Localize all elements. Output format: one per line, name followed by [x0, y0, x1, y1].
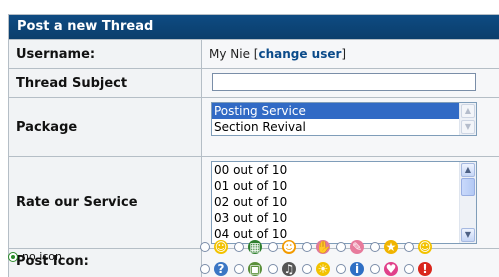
package-option[interactable]: Posting Service — [212, 103, 476, 119]
question-icon: ? — [214, 262, 228, 276]
scroll-down-icon[interactable]: ▼ — [461, 120, 475, 134]
smile-icon: ☺ — [214, 240, 228, 254]
rate-option[interactable]: 02 out of 10 — [212, 194, 476, 210]
icon-row: ☺ ▦ ☻ ✋ ✎ ★ ☺ — [200, 239, 438, 255]
post-icon-option[interactable]: ♫ — [268, 261, 302, 277]
post-icon-option[interactable]: ☺ — [404, 239, 438, 255]
post-icon-option[interactable]: ☀ — [302, 261, 336, 277]
icon-row: ? ▣ ♫ ☀ i ♥! — [200, 261, 438, 277]
post-icon-radio[interactable] — [302, 264, 312, 274]
no-icon-option[interactable]: no icon — [8, 250, 62, 263]
username-row: Username: My Nie [ change user ] — [9, 40, 499, 68]
post-icon-radio[interactable] — [336, 264, 346, 274]
image-icon: ▣ — [248, 262, 262, 276]
heart-icon: ♥ — [384, 262, 398, 276]
post-icon-option[interactable]: ✋ — [302, 239, 336, 255]
post-icon-option[interactable]: ♥ — [370, 261, 404, 277]
post-icon-option[interactable]: ★ — [370, 239, 404, 255]
package-row: Package Posting Service Section Revival … — [9, 98, 499, 156]
post-icon-radio[interactable] — [302, 242, 312, 252]
rate-listbox[interactable]: 00 out of 10 01 out of 10 02 out of 10 0… — [211, 161, 477, 244]
post-icon-radio[interactable] — [268, 264, 278, 274]
form-title: Post a new Thread — [9, 15, 499, 39]
package-label: Package — [9, 98, 201, 156]
post-icon-radio[interactable] — [404, 264, 414, 274]
change-user-link[interactable]: change user — [258, 47, 341, 61]
post-icon-option[interactable]: ☺ — [200, 239, 234, 255]
post-icon-radio[interactable] — [370, 242, 380, 252]
bracket-close: ] — [341, 47, 347, 61]
post-icon-option[interactable]: ▦ — [234, 239, 268, 255]
post-icon-option[interactable]: i — [336, 261, 370, 277]
rate-option[interactable]: 03 out of 10 — [212, 210, 476, 226]
post-icon-option[interactable]: ! — [404, 261, 438, 277]
exclamation-icon: ! — [418, 262, 432, 276]
username-value-cell: My Nie [ change user ] — [202, 40, 499, 68]
scroll-thumb[interactable] — [461, 178, 475, 196]
scroll-up-icon[interactable]: ▲ — [461, 104, 475, 118]
post-icon-option[interactable]: ☻ — [268, 239, 302, 255]
info-icon: i — [350, 262, 364, 276]
grin-icon: ☺ — [418, 240, 432, 254]
lightbulb-icon: ☀ — [316, 262, 330, 276]
post-icon-radio[interactable] — [404, 242, 414, 252]
subject-label: Thread Subject — [9, 69, 201, 97]
star-icon: ★ — [384, 240, 398, 254]
subject-row: Thread Subject — [9, 69, 499, 97]
post-icon-option[interactable]: ▣ — [234, 261, 268, 277]
film-icon: ▦ — [248, 240, 262, 254]
post-thread-form: Post a new Thread Username: My Nie [ cha… — [8, 14, 499, 277]
rate-scrollbar[interactable]: ▲ ▼ — [459, 162, 476, 243]
thought-bubble-icon: ✎ — [350, 240, 364, 254]
wink-icon: ☻ — [282, 240, 296, 254]
music-icon: ♫ — [282, 262, 296, 276]
thumbs-down-icon: ✋ — [316, 240, 331, 254]
scroll-down-icon[interactable]: ▼ — [461, 228, 475, 242]
subject-cell — [202, 69, 499, 97]
rate-row: Rate our Service 00 out of 10 01 out of … — [9, 157, 499, 248]
no-icon-label: no icon — [22, 250, 63, 263]
post-icon-radio[interactable] — [234, 264, 244, 274]
package-listbox[interactable]: Posting Service Section Revival ▲ ▼ — [211, 102, 477, 136]
rate-cell: 00 out of 10 01 out of 10 02 out of 10 0… — [202, 157, 499, 248]
package-cell: Posting Service Section Revival ▲ ▼ — [202, 98, 499, 156]
scroll-up-icon[interactable]: ▲ — [461, 163, 475, 177]
post-icon-radio[interactable] — [234, 242, 244, 252]
rate-option[interactable]: 00 out of 10 — [212, 162, 476, 178]
no-icon-radio[interactable] — [8, 251, 18, 262]
post-icon-radio[interactable] — [200, 264, 210, 274]
package-scrollbar[interactable]: ▲ ▼ — [459, 103, 476, 135]
rate-label: Rate our Service — [9, 157, 201, 248]
package-option[interactable]: Section Revival — [212, 119, 476, 135]
post-icon-option[interactable]: ? — [200, 261, 234, 277]
post-icon-radio[interactable] — [370, 264, 380, 274]
username-value: My Nie — [209, 47, 250, 61]
subject-input[interactable] — [212, 73, 476, 91]
username-label: Username: — [9, 40, 201, 68]
bracket-open: [ — [249, 47, 259, 61]
post-icon-radio[interactable] — [336, 242, 346, 252]
post-icon-radio[interactable] — [268, 242, 278, 252]
post-icon-option[interactable]: ✎ — [336, 239, 370, 255]
post-icon-radio[interactable] — [200, 242, 210, 252]
rate-option[interactable]: 01 out of 10 — [212, 178, 476, 194]
